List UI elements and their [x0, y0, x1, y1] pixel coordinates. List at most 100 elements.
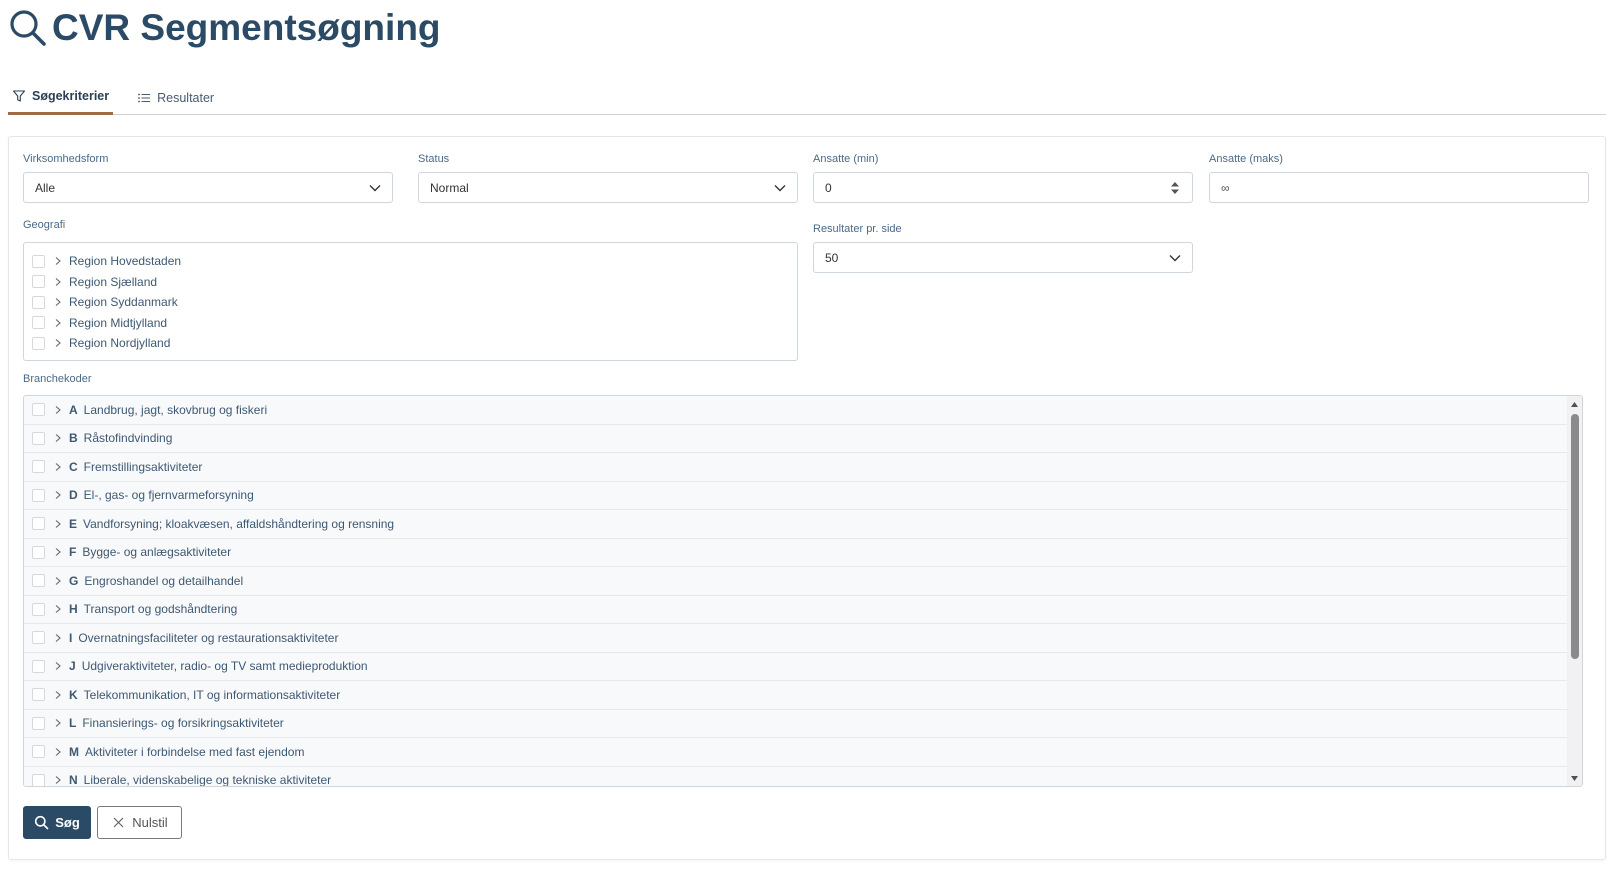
tab-soegekriterier[interactable]: Søgekriterier	[8, 80, 114, 115]
checkbox[interactable]	[32, 574, 45, 588]
checkbox[interactable]	[32, 602, 45, 616]
tree-item-branch-j[interactable]: J Udgiveraktiviteter, radio- og TV samt …	[24, 652, 1569, 681]
checkbox[interactable]	[32, 275, 45, 288]
tree-item-region-midtjylland[interactable]: Region Midtjylland	[32, 313, 167, 333]
tree-item-branch-f[interactable]: F Bygge- og anlægsaktiviteter	[24, 538, 1569, 567]
checkbox[interactable]	[32, 336, 45, 350]
search-icon	[35, 815, 49, 830]
tree-item-branch-g[interactable]: G Engroshandel og detailhandel	[24, 567, 1569, 596]
checkbox[interactable]	[32, 716, 45, 730]
chevron-right-icon[interactable]	[53, 519, 63, 529]
branchekoder-label: Branchekoder	[23, 373, 92, 385]
branch-label: Aktiviteter i forbindelse med fast ejend…	[85, 744, 305, 759]
branch-code: D	[69, 488, 78, 503]
page-title: CVR Segmentsøgning	[52, 7, 441, 48]
ansatte-min-input[interactable]: 0	[813, 172, 1193, 203]
status-label: Status	[418, 153, 450, 165]
search-icon	[10, 10, 46, 46]
tree-item-branch-d[interactable]: D El-, gas- og fjernvarmeforsyning	[24, 481, 1569, 510]
resultater-pr-side-select[interactable]: 50	[813, 242, 1193, 273]
search-button[interactable]: Søg	[23, 806, 91, 839]
search-criteria-panel: Virksomhedsform Alle Status Normal Ansat…	[8, 136, 1606, 860]
checkbox[interactable]	[32, 517, 45, 531]
tab-label: Søgekriterier	[32, 89, 110, 103]
chevron-right-icon[interactable]	[53, 547, 63, 557]
checkbox[interactable]	[32, 659, 45, 673]
chevron-right-icon[interactable]	[53, 604, 63, 614]
ansatte-maks-label: Ansatte (maks)	[1209, 153, 1283, 165]
tree-item-branch-a[interactable]: A Landbrug, jagt, skovbrug og fiskeri	[24, 396, 1569, 425]
tree-item-branch-n[interactable]: N Liberale, videnskabelige og tekniske a…	[24, 766, 1569, 787]
chevron-right-icon[interactable]	[53, 633, 63, 643]
geografi-label: Geografi	[23, 219, 66, 231]
chevron-right-icon[interactable]	[53, 338, 63, 348]
chevron-right-icon[interactable]	[53, 690, 63, 700]
chevron-right-icon[interactable]	[53, 318, 63, 328]
checkbox[interactable]	[32, 460, 45, 474]
tree-item-label: Region Nordjylland	[69, 336, 171, 350]
chevron-right-icon[interactable]	[53, 718, 63, 728]
chevron-right-icon[interactable]	[53, 775, 63, 785]
tree-item-branch-e[interactable]: E Vandforsyning; kloakvæsen, affaldshånd…	[24, 510, 1569, 539]
checkbox[interactable]	[32, 254, 45, 268]
chevron-right-icon[interactable]	[53, 576, 63, 586]
status-select[interactable]: Normal	[418, 172, 798, 203]
tree-item-branch-b[interactable]: B Råstofindvinding	[24, 424, 1569, 453]
page-header: CVR Segmentsøgning	[8, 6, 441, 50]
chevron-right-icon[interactable]	[53, 277, 63, 287]
scroll-up-arrow-icon[interactable]	[1570, 400, 1579, 409]
checkbox[interactable]	[32, 316, 45, 329]
list-icon	[138, 93, 151, 102]
tab-resultater[interactable]: Resultater	[133, 80, 218, 115]
branch-code: L	[69, 716, 77, 731]
checkbox[interactable]	[32, 745, 45, 759]
tree-item-region-nordjylland[interactable]: Region Nordjylland	[32, 333, 170, 353]
chevron-right-icon[interactable]	[53, 490, 63, 500]
tree-item-region-syddanmark[interactable]: Region Syddanmark	[32, 292, 178, 312]
scroll-down-arrow-icon[interactable]	[1570, 774, 1579, 783]
reset-button-label: Nulstil	[132, 815, 168, 830]
number-spinner-icon[interactable]	[1170, 180, 1180, 196]
virksomhedsform-select[interactable]: Alle	[23, 172, 393, 203]
branch-code: K	[69, 687, 78, 702]
checkbox[interactable]	[32, 545, 45, 559]
ansatte-maks-input[interactable]: ∞	[1209, 172, 1589, 203]
chevron-right-icon[interactable]	[53, 462, 63, 472]
branch-label: El-, gas- og fjernvarmeforsyning	[83, 488, 254, 503]
checkbox[interactable]	[32, 773, 45, 786]
branch-label: Vandforsyning; kloakvæsen, affaldshåndte…	[83, 516, 395, 531]
tree-item-region-hovedstaden[interactable]: Region Hovedstaden	[32, 251, 181, 271]
chevron-down-icon	[369, 185, 381, 192]
chevron-right-icon[interactable]	[53, 405, 63, 415]
input-value: 0	[825, 180, 832, 195]
tree-item-branch-i[interactable]: I Overnatningsfaciliteter og restauratio…	[24, 624, 1569, 653]
tab-label: Resultater	[157, 90, 215, 105]
input-placeholder: ∞	[1221, 180, 1230, 195]
tree-item-branch-l[interactable]: L Finansierings- og forsikringsaktivitet…	[24, 709, 1569, 738]
chevron-right-icon[interactable]	[53, 661, 63, 671]
branch-label: Råstofindvinding	[83, 431, 173, 446]
checkbox[interactable]	[32, 688, 45, 702]
tree-item-branch-m[interactable]: M Aktiviteter i forbindelse med fast eje…	[24, 738, 1569, 767]
search-button-label: Søg	[55, 815, 80, 830]
chevron-right-icon[interactable]	[53, 297, 63, 307]
checkbox[interactable]	[32, 488, 45, 502]
chevron-right-icon[interactable]	[53, 747, 63, 757]
tree-item-branch-c[interactable]: C Fremstillingsaktiviteter	[24, 453, 1569, 482]
checkbox[interactable]	[32, 295, 45, 309]
tree-item-branch-h[interactable]: H Transport og godshåndtering	[24, 595, 1569, 624]
branch-code: N	[69, 773, 78, 787]
tree-item-branch-k[interactable]: K Telekommunikation, IT og informationsa…	[24, 681, 1569, 710]
branch-code: A	[69, 402, 78, 417]
branch-label: Bygge- og anlægsaktiviteter	[82, 545, 232, 560]
tree-item-region-sjaelland[interactable]: Region Sjælland	[32, 272, 157, 292]
chevron-right-icon[interactable]	[53, 256, 63, 266]
chevron-right-icon[interactable]	[53, 433, 63, 443]
scrollbar-thumb[interactable]	[1571, 414, 1579, 659]
checkbox[interactable]	[32, 431, 45, 445]
tab-bar: Søgekriterier Resultater	[8, 80, 1606, 115]
checkbox[interactable]	[32, 403, 45, 417]
reset-button[interactable]: Nulstil	[97, 806, 182, 839]
checkbox[interactable]	[32, 631, 45, 645]
scrollbar[interactable]	[1567, 396, 1582, 786]
